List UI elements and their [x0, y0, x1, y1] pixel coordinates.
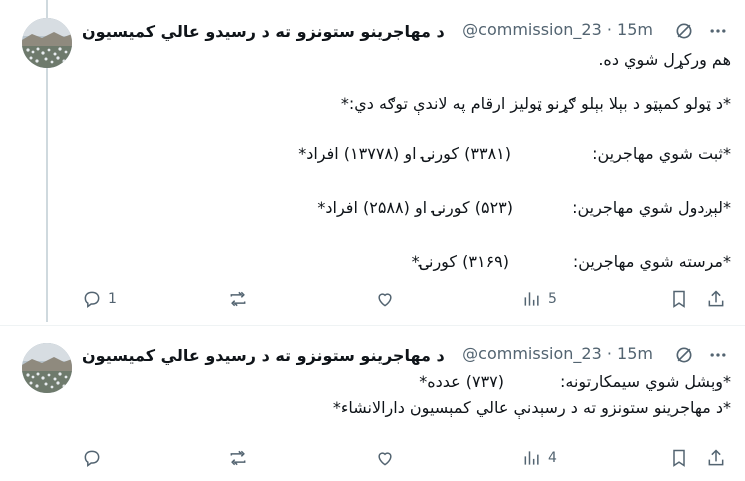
stat-label: *وېشل شوي سیمکارتونه: — [560, 372, 731, 391]
bookmark-button[interactable] — [669, 289, 689, 309]
text-line: هم ورکړل شوي ده. — [598, 50, 731, 69]
tweet-meta: @commission_23 · 15m — [462, 20, 653, 39]
share-button[interactable] — [706, 289, 726, 309]
tweet-header: @commission_23 · 15m د مهاجرینو ستونزو ت… — [82, 344, 729, 368]
text-line: *د مهاجرینو ستونزو ته د رسېدنې عالي کمېس… — [332, 398, 731, 417]
action-bar: 1 5 — [82, 289, 729, 311]
separator: · — [606, 344, 612, 363]
repost-button[interactable] — [228, 448, 248, 468]
timestamp[interactable]: 15m — [617, 344, 653, 363]
tweet[interactable]: @commission_23 · 15m د مهاجرینو ستونزو ت… — [0, 0, 745, 325]
stat-value: (۳۳۸۱) کورنۍ او (۱۳۷۷۸) افراد* — [298, 144, 511, 163]
stat-row: *لېږدول شوي مهاجرین: (۵۲۳) کورنۍ او (۲۵۸… — [82, 198, 731, 218]
views-count: 5 — [548, 291, 557, 307]
views-count: 4 — [548, 450, 557, 466]
stat-value: (۷۳۷) عدده* — [419, 372, 504, 391]
grok-icon[interactable] — [673, 20, 695, 42]
author-name[interactable]: د مهاجرینو ستونزو ته د رسیدو عالي کمیسیو… — [82, 344, 445, 368]
bookmark-icon — [673, 290, 685, 308]
reply-icon — [84, 450, 100, 467]
stat-row: *مرسته شوي مهاجرین: (۳۱۶۹) کورنۍ* — [82, 252, 731, 272]
repost-icon — [230, 450, 246, 466]
views-button[interactable]: 5 — [522, 289, 557, 309]
repost-button[interactable] — [228, 289, 248, 309]
views-icon — [524, 451, 539, 465]
views-button[interactable]: 4 — [522, 448, 557, 468]
avatar[interactable] — [22, 18, 72, 68]
tweet[interactable]: @commission_23 · 15m د مهاجرینو ستونزو ت… — [0, 325, 745, 481]
like-button[interactable] — [375, 448, 395, 468]
bookmark-icon — [673, 449, 685, 467]
timestamp[interactable]: 15m — [617, 20, 653, 39]
repost-icon — [230, 291, 246, 307]
text-line: *د ټولو کمپټو د بېلا بېلو ګړنو ټولیز ارق… — [340, 94, 731, 113]
stat-label: *لېږدول شوي مهاجرین: — [572, 198, 731, 217]
grok-icon[interactable] — [673, 344, 695, 366]
handle[interactable]: @commission_23 — [462, 20, 602, 39]
handle[interactable]: @commission_23 — [462, 344, 602, 363]
tweet-text: *وېشل شوي سیمکارتونه: (۷۳۷) عدده* *د مها… — [82, 372, 731, 418]
views-icon — [524, 292, 539, 306]
reply-button[interactable] — [82, 448, 108, 468]
stat-row: *وېشل شوي سیمکارتونه: (۷۳۷) عدده* — [82, 372, 731, 392]
avatar[interactable] — [22, 343, 72, 393]
stat-row: *ثبت شوي مهاجرین: (۳۳۸۱) کورنۍ او (۱۳۷۷۸… — [82, 144, 731, 164]
tweet-header: @commission_23 · 15m د مهاجرینو ستونزو ت… — [82, 20, 729, 44]
stat-label: *مرسته شوي مهاجرین: — [572, 252, 731, 271]
more-icon[interactable] — [707, 20, 729, 42]
like-button[interactable] — [375, 289, 395, 309]
bookmark-button[interactable] — [669, 448, 689, 468]
stat-label: *ثبت شوي مهاجرین: — [592, 144, 731, 163]
tweet-text: هم ورکړل شوي ده. *د ټولو کمپټو د بېلا بې… — [82, 50, 731, 272]
share-icon — [708, 290, 724, 307]
author-name[interactable]: د مهاجرینو ستونزو ته د رسیدو عالي کمیسیو… — [82, 20, 445, 44]
reply-count: 1 — [108, 291, 117, 307]
action-bar: 4 — [82, 448, 729, 470]
share-button[interactable] — [706, 448, 726, 468]
stat-value: (۵۲۳) کورنۍ او (۲۵۸۸) افراد* — [317, 198, 513, 217]
stat-value: (۳۱۶۹) کورنۍ* — [411, 252, 509, 271]
reply-icon — [84, 291, 100, 308]
like-icon — [378, 452, 392, 466]
share-icon — [708, 449, 724, 466]
like-icon — [378, 293, 392, 307]
more-icon[interactable] — [707, 344, 729, 366]
tweet-meta: @commission_23 · 15m — [462, 344, 653, 363]
reply-button[interactable]: 1 — [82, 289, 117, 309]
separator: · — [606, 20, 612, 39]
